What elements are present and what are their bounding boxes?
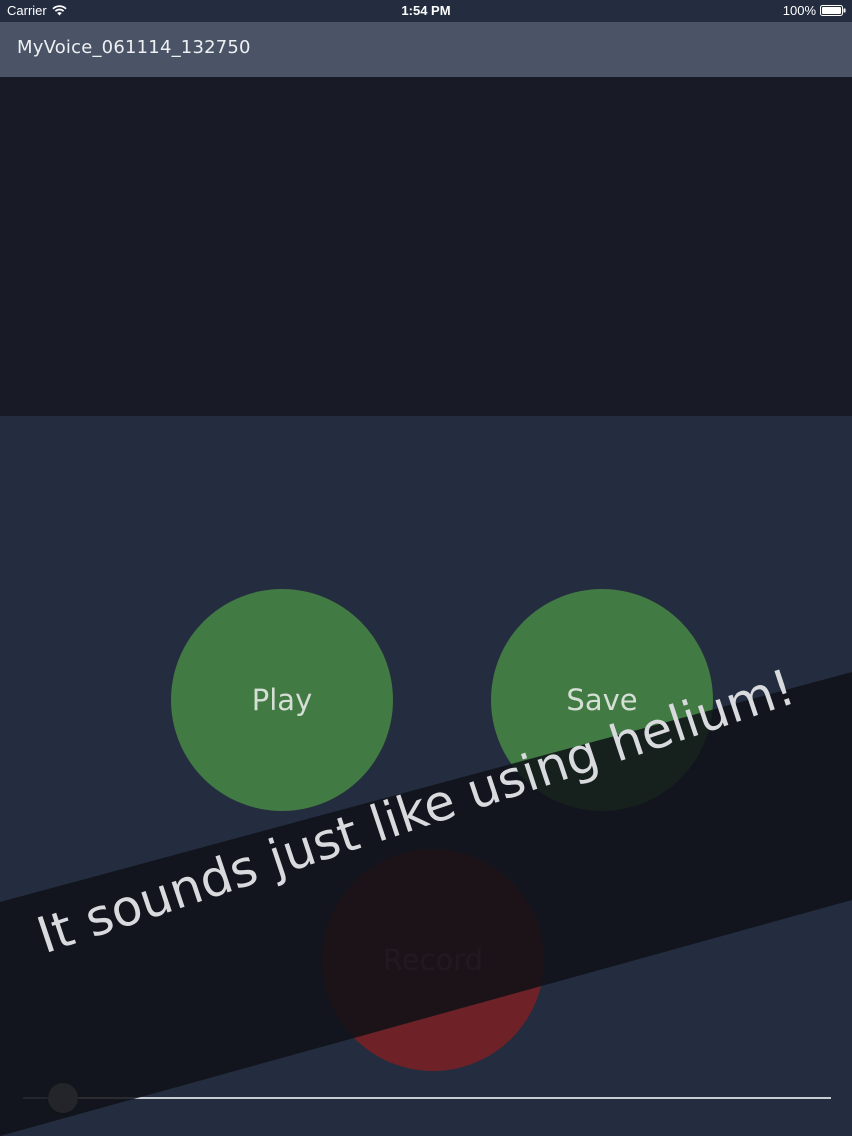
waveform-area (0, 77, 852, 416)
save-button[interactable]: Save (491, 589, 713, 811)
status-battery: 100% (783, 3, 846, 18)
save-button-label: Save (566, 683, 638, 717)
battery-icon (820, 5, 846, 16)
title-bar: MyVoice_061114_132750 (0, 22, 852, 77)
pitch-slider[interactable] (23, 1080, 831, 1116)
status-bar: Carrier 1:54 PM 100% (0, 0, 852, 22)
record-button-label: Record (382, 943, 484, 977)
battery-percent: 100% (782, 3, 816, 18)
slider-thumb[interactable] (48, 1083, 78, 1113)
record-button[interactable]: Record (322, 849, 544, 1071)
play-button[interactable]: Play (171, 589, 393, 811)
slider-track (23, 1097, 831, 1099)
screen: Carrier 1:54 PM 100% MyVoice_061114_1327… (0, 0, 852, 1136)
recording-title: MyVoice_061114_132750 (17, 37, 251, 58)
status-time: 1:54 PM (401, 3, 451, 18)
play-button-label: Play (251, 683, 313, 717)
